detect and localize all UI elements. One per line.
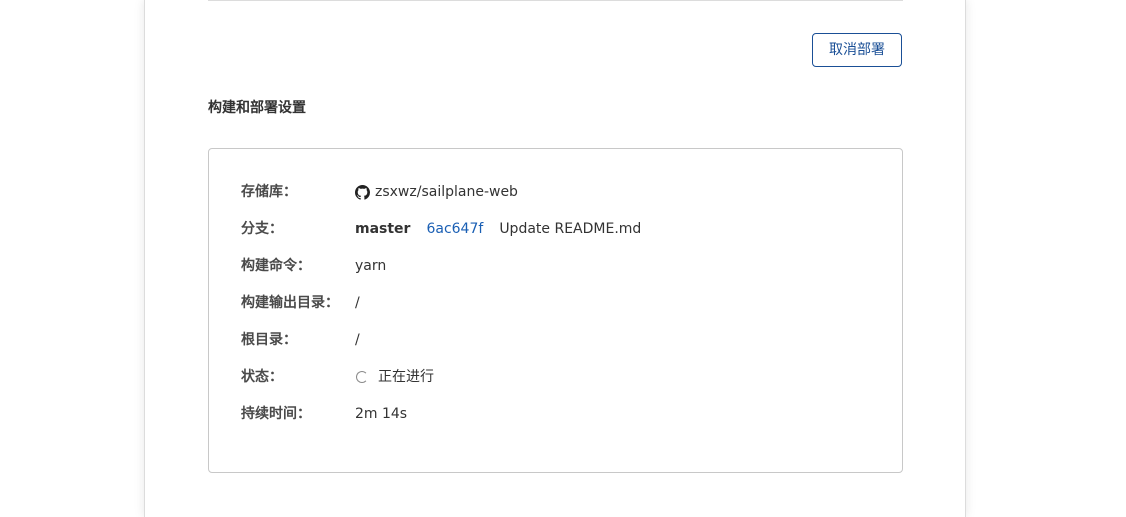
commit-message: Update README.md (499, 221, 642, 237)
top-divider (208, 0, 903, 1)
repository-name: zsxwz/sailplane-web (375, 184, 518, 200)
status-row: 状态： 正在进行 (241, 366, 434, 388)
output-dir-label: 构建输出目录： (241, 295, 339, 311)
github-icon (355, 184, 370, 200)
root-dir-value: / (355, 332, 360, 348)
duration-value: 2m 14s (355, 406, 408, 422)
duration-row: 持续时间： 2m 14s (241, 403, 407, 425)
status-value: 正在进行 (355, 366, 434, 388)
repository-label: 存储库： (241, 184, 297, 200)
status-text: 正在进行 (378, 369, 434, 385)
branch-label: 分支： (241, 221, 283, 237)
branch-name: master (355, 221, 411, 237)
build-command-label: 构建命令： (241, 258, 311, 274)
build-command-row: 构建命令： yarn (241, 255, 386, 277)
output-dir-value: / (355, 295, 360, 311)
root-dir-row: 根目录： / (241, 329, 360, 351)
commit-hash-link[interactable]: 6ac647f (426, 218, 483, 240)
repository-row: 存储库： zsxwz/sailplane-web (241, 181, 518, 203)
build-deploy-settings-card: 存储库： zsxwz/sailplane-web 分支： master 6ac6… (208, 148, 903, 473)
duration-label: 持续时间： (241, 406, 311, 422)
branch-value: master 6ac647f Update README.md (355, 218, 641, 240)
deployment-panel: 取消部署 构建和部署设置 存储库： zsxwz/sailplane-web 分支… (144, 0, 966, 517)
root-dir-label: 根目录： (241, 332, 297, 348)
cancel-deploy-button[interactable]: 取消部署 (812, 33, 902, 67)
branch-row: 分支： master 6ac647f Update README.md (241, 218, 641, 240)
build-command-value: yarn (355, 258, 387, 274)
page: 取消部署 构建和部署设置 存储库： zsxwz/sailplane-web 分支… (0, 0, 1126, 517)
output-dir-row: 构建输出目录： / (241, 292, 360, 314)
section-title: 构建和部署设置 (208, 100, 306, 116)
repository-value[interactable]: zsxwz/sailplane-web (355, 181, 518, 203)
loading-spinner-icon (356, 371, 368, 383)
status-label: 状态： (241, 369, 283, 385)
